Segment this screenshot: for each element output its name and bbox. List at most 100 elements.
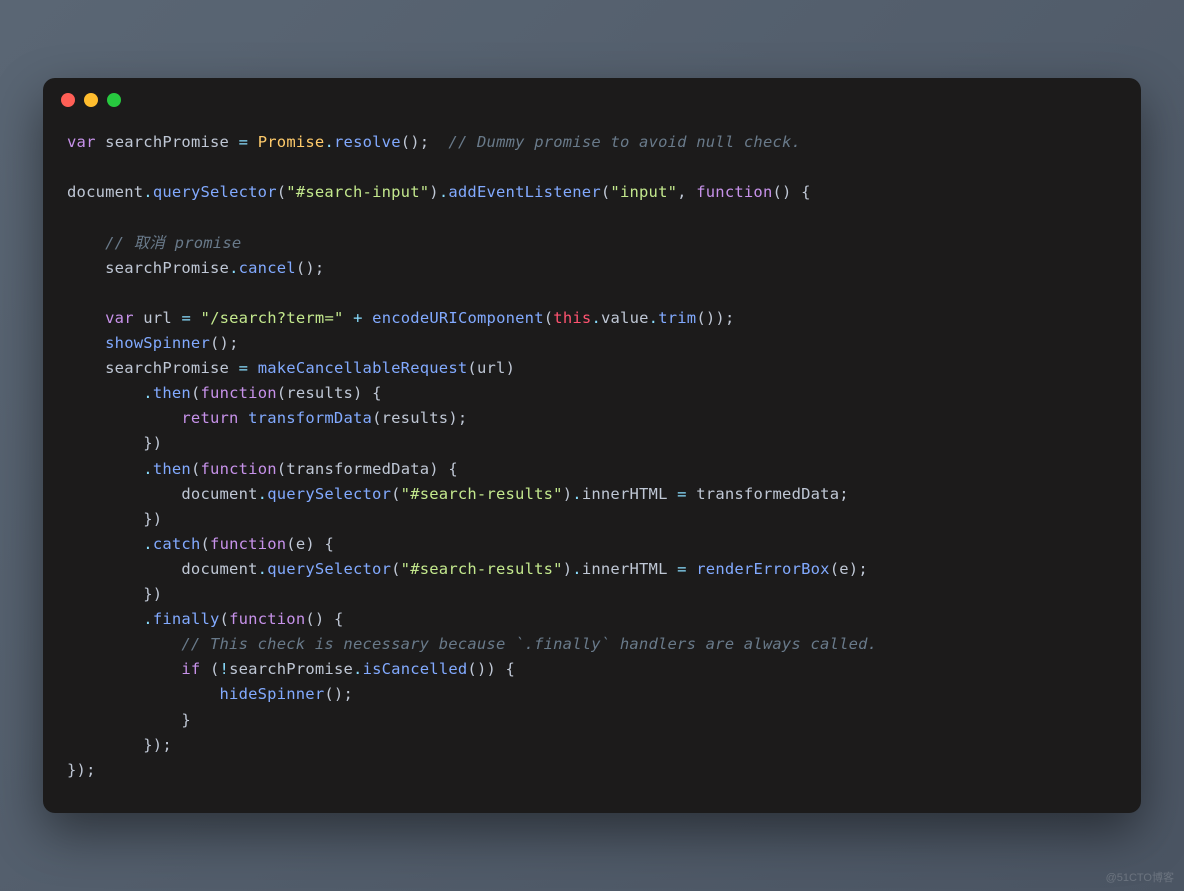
- code-token: ();: [401, 133, 449, 151]
- close-icon[interactable]: [61, 93, 75, 107]
- code-token: [67, 535, 143, 553]
- code-token: [67, 384, 143, 402]
- code-token: transformedData: [696, 485, 839, 503]
- code-token: this: [553, 309, 591, 327]
- code-token: "input": [610, 183, 677, 201]
- code-token: .: [649, 309, 659, 327]
- code-token: .: [143, 610, 153, 628]
- code-token: querySelector: [267, 560, 391, 578]
- code-token: ): [563, 485, 573, 503]
- code-window: var searchPromise = Promise.resolve(); /…: [43, 78, 1141, 813]
- code-token: then: [153, 460, 191, 478]
- code-token: [134, 309, 144, 327]
- code-token: (: [277, 183, 287, 201]
- code-token: ): [563, 560, 573, 578]
- code-token: searchPromise: [105, 133, 229, 151]
- code-token: .: [258, 485, 268, 503]
- code-token: (: [200, 535, 210, 553]
- code-token: [67, 660, 181, 678]
- code-token: addEventListener: [448, 183, 601, 201]
- code-token: querySelector: [267, 485, 391, 503]
- code-token: [191, 309, 201, 327]
- code-token: var: [67, 133, 96, 151]
- code-token: [363, 309, 373, 327]
- code-token: .: [591, 309, 601, 327]
- code-token: (: [601, 183, 611, 201]
- code-token: url: [477, 359, 506, 377]
- code-token: "#search-results": [401, 485, 563, 503]
- code-token: [67, 259, 105, 277]
- code-token: value: [601, 309, 649, 327]
- code-token: [67, 610, 143, 628]
- code-token: [687, 485, 697, 503]
- code-token: .: [353, 660, 363, 678]
- watermark: @51CTO博客: [1106, 869, 1174, 885]
- code-block: var searchPromise = Promise.resolve(); /…: [43, 122, 1141, 813]
- code-token: () {: [773, 183, 811, 201]
- code-token: .: [143, 183, 153, 201]
- code-token: =: [181, 309, 191, 327]
- code-token: ): [506, 359, 516, 377]
- code-token: .: [324, 133, 334, 151]
- code-token: renderErrorBox: [696, 560, 829, 578]
- code-token: transformData: [248, 409, 372, 427]
- code-token: trim: [658, 309, 696, 327]
- code-token: (: [372, 409, 382, 427]
- code-token: results: [382, 409, 449, 427]
- code-token: searchPromise: [229, 660, 353, 678]
- code-token: innerHTML: [582, 485, 668, 503]
- code-token: "/search?term=": [201, 309, 344, 327]
- code-token: [668, 560, 678, 578]
- code-token: [96, 133, 106, 151]
- code-token: (: [200, 660, 219, 678]
- code-token: // 取消 promise: [105, 234, 241, 252]
- code-token: "#search-input": [286, 183, 429, 201]
- code-token: });: [67, 736, 172, 754]
- code-token: [248, 359, 258, 377]
- code-token: .: [572, 485, 582, 503]
- code-token: (: [191, 384, 201, 402]
- code-token: hideSpinner: [220, 685, 325, 703]
- code-token: ) {: [305, 535, 334, 553]
- code-token: [344, 309, 354, 327]
- code-token: =: [239, 359, 249, 377]
- code-token: [67, 359, 105, 377]
- code-token: innerHTML: [582, 560, 668, 578]
- code-token: e: [296, 535, 306, 553]
- code-token: );: [448, 409, 467, 427]
- code-token: .: [143, 384, 153, 402]
- code-token: [67, 409, 181, 427]
- code-token: [229, 359, 239, 377]
- code-token: isCancelled: [363, 660, 468, 678]
- code-token: ) {: [353, 384, 382, 402]
- code-token: ()) {: [467, 660, 515, 678]
- code-token: (: [467, 359, 477, 377]
- code-token: (: [391, 560, 401, 578]
- code-token: document: [181, 560, 257, 578]
- code-token: // This check is necessary because `.fin…: [181, 635, 877, 653]
- code-token: !: [220, 660, 230, 678]
- code-token: document: [67, 183, 143, 201]
- code-token: Promise: [258, 133, 325, 151]
- code-token: catch: [153, 535, 201, 553]
- code-token: [67, 685, 220, 703]
- code-token: }): [67, 510, 162, 528]
- code-token: encodeURIComponent: [372, 309, 544, 327]
- code-token: var: [105, 309, 134, 327]
- minimize-icon[interactable]: [84, 93, 98, 107]
- code-token: return: [181, 409, 238, 427]
- code-token: +: [353, 309, 363, 327]
- code-token: ());: [696, 309, 734, 327]
- code-token: then: [153, 384, 191, 402]
- code-token: function: [229, 610, 305, 628]
- code-token: ;: [839, 485, 849, 503]
- code-token: });: [67, 761, 96, 779]
- code-token: (: [544, 309, 554, 327]
- code-token: document: [181, 485, 257, 503]
- code-token: [229, 133, 239, 151]
- code-token: function: [201, 460, 277, 478]
- code-token: finally: [153, 610, 220, 628]
- zoom-icon[interactable]: [107, 93, 121, 107]
- code-token: [67, 234, 105, 252]
- code-token: .: [143, 460, 153, 478]
